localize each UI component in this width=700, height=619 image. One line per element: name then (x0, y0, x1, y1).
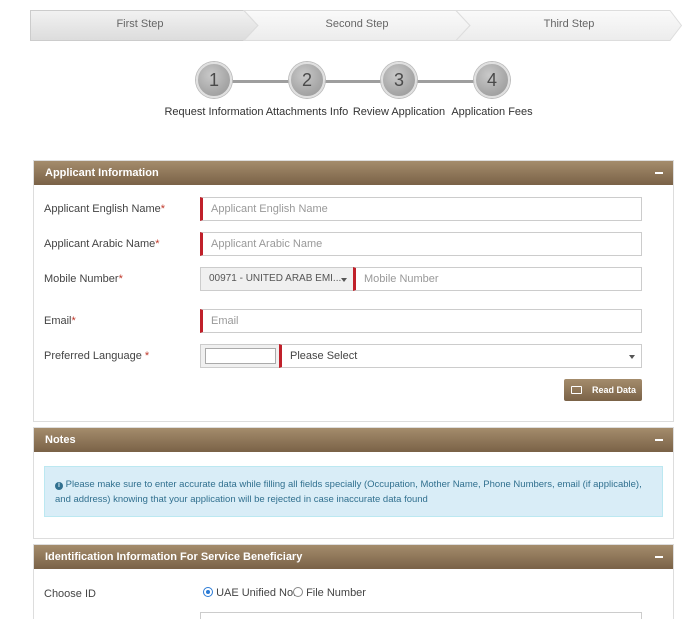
language-select[interactable]: Please Select (279, 344, 642, 368)
read-data-button[interactable]: Read Data (564, 379, 642, 401)
language-row: Preferred Language * Please Select (34, 344, 675, 368)
panel-title: Identification Information For Service B… (45, 551, 303, 563)
progress-step-3: 3 (381, 62, 417, 98)
radio-unchecked-icon[interactable] (293, 587, 303, 597)
collapse-icon[interactable] (655, 439, 663, 441)
notes-header[interactable]: Notes (34, 428, 673, 452)
wizard-step-third: Third Step (543, 18, 595, 30)
note-text: Please make sure to enter accurate data … (55, 479, 642, 505)
choose-id-row: Choose ID UAE Unified No. File Number (34, 582, 675, 606)
identification-panel: Identification Information For Service B… (33, 544, 674, 619)
progress-label-4: Application Fees (451, 106, 533, 118)
english-name-input[interactable]: Applicant English Name (200, 197, 642, 221)
radio-label-file: File Number (306, 587, 366, 599)
country-code-value: 00971 - UNITED ARAB EMI... (209, 273, 342, 284)
wizard-step-bar: First Step Second Step Third Step (30, 10, 682, 41)
collapse-icon[interactable] (655, 172, 663, 174)
progress-step-1: 1 (196, 62, 232, 98)
mobile-label: Mobile Number* (44, 273, 123, 285)
id-card-icon (571, 386, 582, 394)
read-data-label: Read Data (592, 385, 637, 395)
english-name-label: Applicant English Name* (44, 203, 166, 215)
progress-label-3: Review Application (352, 106, 446, 118)
progress-label-1: Request Information (164, 106, 264, 118)
collapse-icon[interactable] (655, 556, 663, 558)
progress-line (232, 80, 492, 83)
email-input[interactable]: Email (200, 309, 642, 333)
progress-step-4: 4 (474, 62, 510, 98)
arabic-name-label: Applicant Arabic Name* (44, 238, 160, 250)
language-select-value: Please Select (290, 350, 358, 362)
progress-tracker: 1 2 3 4 Request Information Attachments … (0, 60, 700, 140)
arabic-name-input[interactable]: Applicant Arabic Name (200, 232, 642, 256)
radio-checked-icon[interactable] (203, 587, 213, 597)
choose-id-label: Choose ID (44, 588, 96, 600)
panel-title: Applicant Information (45, 167, 159, 179)
radio-option-unified[interactable]: UAE Unified No. (203, 587, 296, 599)
chevron-down-icon (629, 355, 635, 359)
identification-header[interactable]: Identification Information For Service B… (34, 545, 673, 569)
arabic-name-row: Applicant Arabic Name* Applicant Arabic … (34, 232, 675, 256)
language-label: Preferred Language * (44, 350, 150, 362)
applicant-info-panel: Applicant Information Applicant English … (33, 160, 674, 422)
panel-title: Notes (45, 434, 76, 446)
radio-option-file[interactable]: File Number (293, 587, 366, 599)
language-code-box (200, 344, 280, 368)
country-code-select[interactable]: 00971 - UNITED ARAB EMI... (200, 267, 354, 291)
language-code-input[interactable] (205, 348, 276, 364)
progress-step-2: 2 (289, 62, 325, 98)
email-label: Email* (44, 315, 76, 327)
english-name-row: Applicant English Name* Applicant Englis… (34, 197, 675, 221)
note-alert: i Please make sure to enter accurate dat… (44, 466, 663, 517)
mobile-row: Mobile Number* 00971 - UNITED ARAB EMI..… (34, 267, 675, 291)
mobile-number-input[interactable]: Mobile Number (353, 267, 642, 291)
applicant-info-header[interactable]: Applicant Information (34, 161, 673, 185)
id-number-input[interactable] (200, 612, 642, 619)
notes-panel: Notes i Please make sure to enter accura… (33, 427, 674, 539)
email-row: Email* Email (34, 309, 675, 333)
wizard-step-second: Second Step (325, 18, 389, 30)
chevron-down-icon (341, 278, 347, 282)
progress-label-2: Attachments Info (265, 106, 349, 118)
radio-label-unified: UAE Unified No. (216, 587, 297, 599)
info-icon: i (55, 482, 63, 490)
wizard-step-first: First Step (116, 18, 164, 30)
